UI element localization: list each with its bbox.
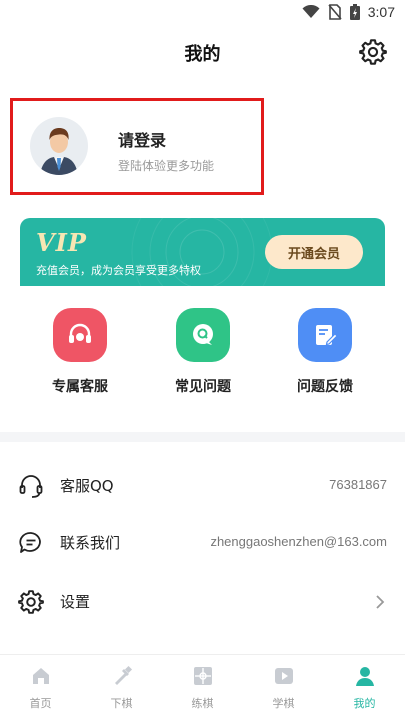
quick-action-feedback[interactable]: 问题反馈 [270,308,380,396]
avatar[interactable] [30,117,88,175]
headset-icon[interactable] [53,308,107,362]
chat-bubble-icon [19,532,41,553]
vip-banner[interactable]: VIP 充值会员，成为会员享受更多特权 开通会员 [20,218,385,286]
section-divider [0,432,405,442]
headset-outline-icon [19,475,43,498]
nav-label: 学棋 [272,697,295,710]
nav-label: 我的 [353,697,376,710]
feedback-edit-icon[interactable] [298,308,352,362]
menu-value: zhenggaoshenzhen@163.com [210,534,387,549]
nav-label: 下棋 [110,697,133,710]
no-sim-icon [328,4,342,20]
login-subtitle: 登陆体验更多功能 [118,159,215,173]
quick-action-faq[interactable]: 常见问题 [148,308,258,396]
menu-value: 76381867 [329,477,387,492]
quick-action-customer-service[interactable]: 专属客服 [25,308,135,396]
page-title: 我的 [184,44,221,65]
status-icons: 3:07 [302,4,395,20]
gear-icon [18,590,44,614]
chevron-right-icon [376,595,385,609]
nav-label: 首页 [29,697,52,710]
status-time: 3:07 [367,4,395,20]
board-icon [193,667,212,685]
quick-actions: 专属客服 常见问题 问题反馈 [0,308,405,418]
menu-row-settings[interactable]: 设置 [0,574,405,630]
menu-label: 客服QQ [60,477,114,495]
quick-action-label: 常见问题 [175,379,231,395]
nav-item-home[interactable]: 首页 [0,665,81,711]
avatar-icon [40,128,78,175]
vip-description: 充值会员，成为会员享受更多特权 [36,264,201,277]
nav-item-learn[interactable]: 学棋 [243,665,324,711]
sword-icon [114,665,132,685]
open-membership-button[interactable]: 开通会员 [265,235,363,269]
login-card[interactable]: 请登录 登陆体验更多功能 [10,98,264,195]
menu-row-contact-us[interactable]: 联系我们 zhenggaoshenzhen@163.com [0,515,405,571]
user-icon [355,667,374,686]
quick-action-label: 问题反馈 [297,379,353,395]
nav-label: 练棋 [191,697,214,710]
header: 我的 [0,28,405,78]
nav-item-play[interactable]: 下棋 [81,665,162,711]
bottom-nav: 首页 下棋 练棋 学棋 我的 [0,654,405,720]
login-title[interactable]: 请登录 [118,127,166,151]
gear-icon[interactable] [359,38,387,66]
wifi-icon [302,5,320,18]
nav-item-mine[interactable]: 我的 [324,665,405,711]
status-bar: 3:07 [0,0,405,28]
battery-charging-icon [349,4,360,20]
quick-action-label: 专属客服 [52,379,108,395]
menu-label: 联系我们 [60,534,121,552]
menu-row-customer-qq[interactable]: 客服QQ 76381867 [0,458,405,514]
menu-label: 设置 [60,593,91,611]
vip-logo: VIP [36,228,87,257]
question-bubble-icon[interactable] [176,308,230,362]
home-icon [32,668,49,684]
play-icon [274,668,293,684]
nav-item-practice[interactable]: 练棋 [162,665,243,711]
